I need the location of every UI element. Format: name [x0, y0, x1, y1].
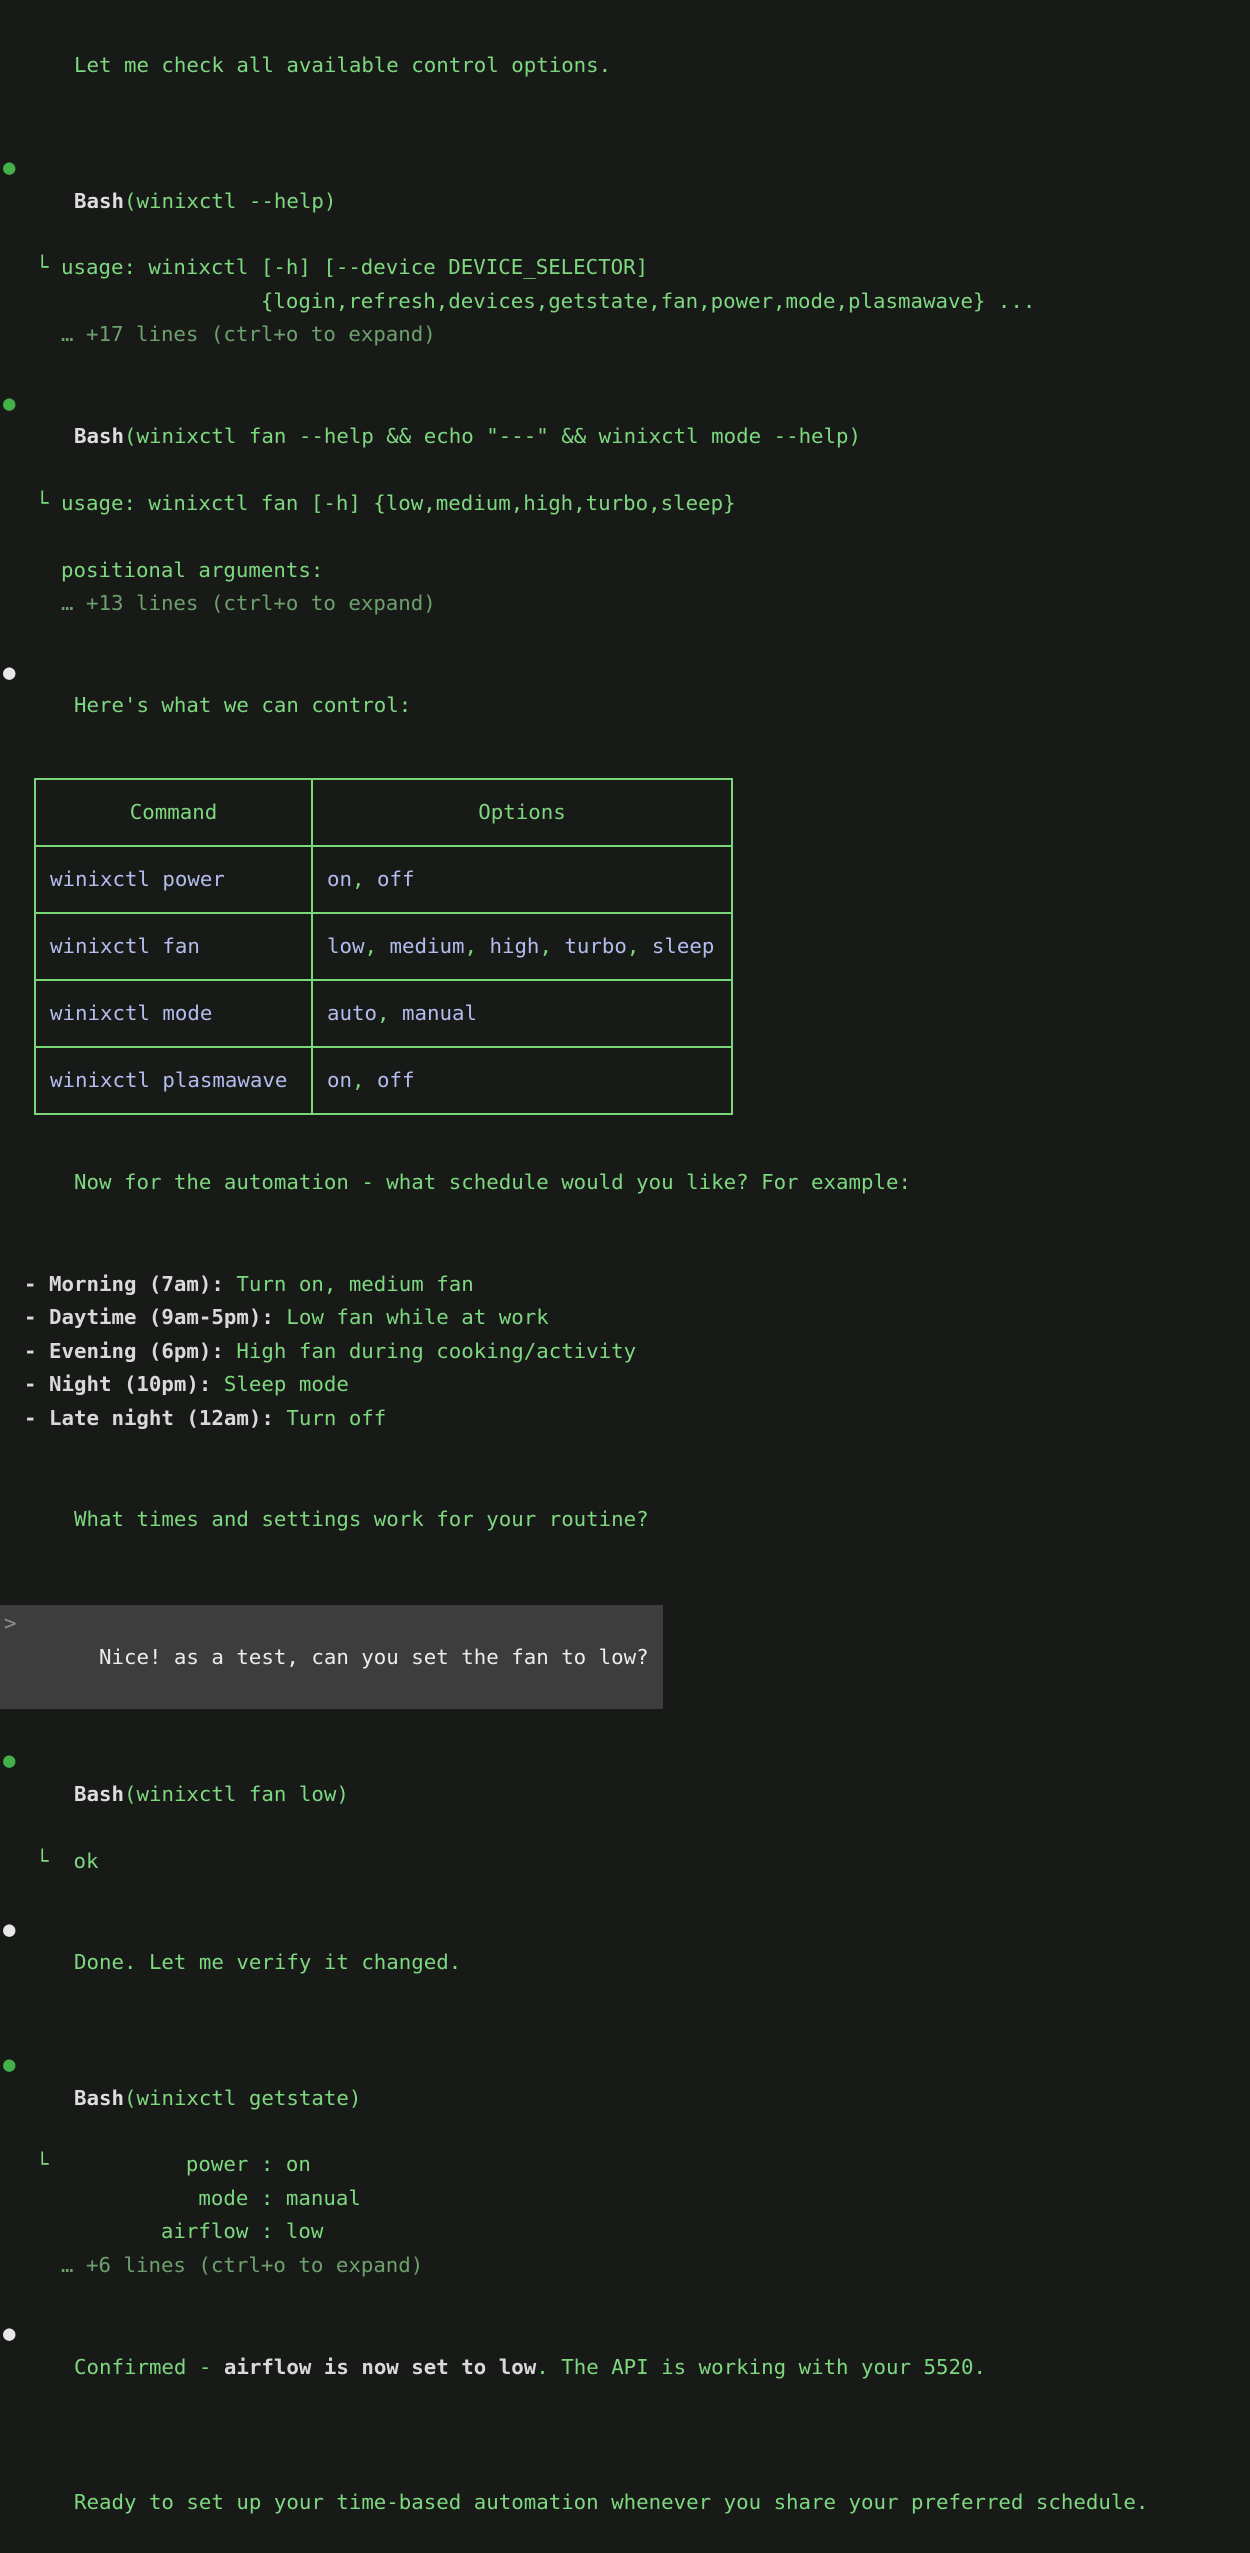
user-message-text: Nice! as a test, can you set the fan to … — [99, 1645, 649, 1669]
tool-output: └ usage: winixctl fan [-h] {low,medium,h… — [0, 487, 1250, 587]
tool-name: Bash — [74, 2086, 124, 2110]
table-row: winixctl poweron, off — [35, 846, 732, 913]
table-cell-command: winixctl power — [35, 846, 312, 913]
terminal-transcript: Let me check all available control optio… — [0, 0, 1250, 2553]
assistant-message-intro: Let me check all available control optio… — [0, 16, 1250, 116]
schedule-item: - Daytime (9am-5pm): Low fan while at wo… — [0, 1301, 1250, 1334]
user-message-row: > Nice! as a test, can you set the fan to… — [0, 1605, 1250, 1709]
table-cell-command: winixctl fan — [35, 913, 312, 980]
tool-call-bash-help: ● Bash(winixctl --help) — [0, 151, 1250, 251]
assistant-text: Here's what we can control: — [74, 693, 411, 717]
schedule-desc: Turn on, medium fan — [224, 1272, 474, 1296]
tool-bullet-icon: ● — [3, 2048, 16, 2081]
tool-bullet-icon: ● — [3, 151, 16, 184]
schedule-label: - Daytime (9am-5pm): — [24, 1305, 274, 1329]
tool-call-bash-fan-mode-help: ● Bash(winixctl fan --help && echo "---" … — [0, 387, 1250, 487]
assistant-message-closing: Ready to set up your time-based automati… — [0, 2452, 1250, 2552]
user-prompt-icon: > — [4, 1607, 17, 1640]
tool-command: (winixctl --help) — [124, 189, 336, 213]
schedule-desc: Turn off — [274, 1406, 386, 1430]
schedule-item: - Late night (12am): Turn off — [0, 1402, 1250, 1435]
tool-call-bash-fan-low: ● Bash(winixctl fan low) — [0, 1744, 1250, 1844]
tool-bullet-icon: ● — [3, 1744, 16, 1777]
table-row: winixctl fanlow, medium, high, turbo, sl… — [35, 913, 732, 980]
assistant-text: Ready to set up your time-based automati… — [74, 2490, 1148, 2514]
schedule-item: - Night (10pm): Sleep mode — [0, 1368, 1250, 1401]
table-row: winixctl plasmawaveon, off — [35, 1047, 732, 1114]
user-message: > Nice! as a test, can you set the fan to… — [0, 1605, 663, 1709]
tool-output: └ usage: winixctl [-h] [--device DEVICE_… — [0, 251, 1250, 318]
schedule-label: - Morning (7am): — [24, 1272, 224, 1296]
tool-output: └ power : on mode : manual airflow : low — [0, 2148, 1250, 2248]
message-bullet-icon: ● — [3, 1913, 16, 1946]
table-header-command: Command — [35, 779, 312, 846]
tool-output: └ ok — [0, 1845, 1250, 1878]
assistant-message-done: ● Done. Let me verify it changed. — [0, 1913, 1250, 2013]
schedule-item: - Morning (7am): Turn on, medium fan — [0, 1268, 1250, 1301]
assistant-text: Done. Let me verify it changed. — [74, 1950, 461, 1974]
output-expand-hint: … +17 lines (ctrl+o to expand) — [0, 318, 1250, 351]
table-cell-options: on, off — [312, 1047, 732, 1114]
assistant-message-routine-question: What times and settings work for your ro… — [0, 1470, 1250, 1570]
output-expand-hint: … +13 lines (ctrl+o to expand) — [0, 587, 1250, 620]
control-table: Command Options winixctl poweron, offwin… — [34, 778, 733, 1115]
tool-command: (winixctl fan low) — [124, 1782, 349, 1806]
table-cell-options: auto, manual — [312, 980, 732, 1047]
control-table-body: winixctl poweron, offwinixctl fanlow, me… — [35, 846, 732, 1114]
schedule-label: - Late night (12am): — [24, 1406, 274, 1430]
tool-call-bash-getstate: ● Bash(winixctl getstate) — [0, 2048, 1250, 2148]
schedule-desc: Sleep mode — [211, 1372, 348, 1396]
schedule-desc: Low fan while at work — [274, 1305, 549, 1329]
assistant-text: Now for the automation - what schedule w… — [74, 1170, 911, 1194]
message-bullet-icon: ● — [3, 2317, 16, 2350]
table-cell-options: on, off — [312, 846, 732, 913]
message-bullet-icon: ● — [3, 656, 16, 689]
assistant-message-automation-prompt: Now for the automation - what schedule w… — [0, 1133, 1250, 1233]
output-expand-hint: … +6 lines (ctrl+o to expand) — [0, 2249, 1250, 2282]
schedule-list: - Morning (7am): Turn on, medium fan - D… — [0, 1268, 1250, 1435]
table-cell-options: low, medium, high, turbo, sleep — [312, 913, 732, 980]
assistant-message-control-heading: ● Here's what we can control: — [0, 656, 1250, 756]
assistant-text: Let me check all available control optio… — [74, 53, 611, 77]
tool-command: (winixctl getstate) — [124, 2086, 361, 2110]
table-header-options: Options — [312, 779, 732, 846]
schedule-label: - Night (10pm): — [24, 1372, 211, 1396]
tool-name: Bash — [74, 189, 124, 213]
assistant-text: . The API is working with your 5520. — [536, 2355, 986, 2379]
assistant-text-bold: airflow is now set to low — [224, 2355, 536, 2379]
schedule-item: - Evening (6pm): High fan during cooking… — [0, 1335, 1250, 1368]
assistant-message-confirmed: ● Confirmed - airflow is now set to low. … — [0, 2317, 1250, 2417]
tool-bullet-icon: ● — [3, 387, 16, 420]
assistant-text: Confirmed - — [74, 2355, 224, 2379]
table-header-row: Command Options — [35, 779, 732, 846]
schedule-label: - Evening (6pm): — [24, 1339, 224, 1363]
assistant-text: What times and settings work for your ro… — [74, 1507, 649, 1531]
table-cell-command: winixctl mode — [35, 980, 312, 1047]
table-row: winixctl modeauto, manual — [35, 980, 732, 1047]
tool-command: (winixctl fan --help && echo "---" && wi… — [124, 424, 861, 448]
table-cell-command: winixctl plasmawave — [35, 1047, 312, 1114]
schedule-desc: High fan during cooking/activity — [224, 1339, 636, 1363]
tool-name: Bash — [74, 1782, 124, 1806]
tool-name: Bash — [74, 424, 124, 448]
